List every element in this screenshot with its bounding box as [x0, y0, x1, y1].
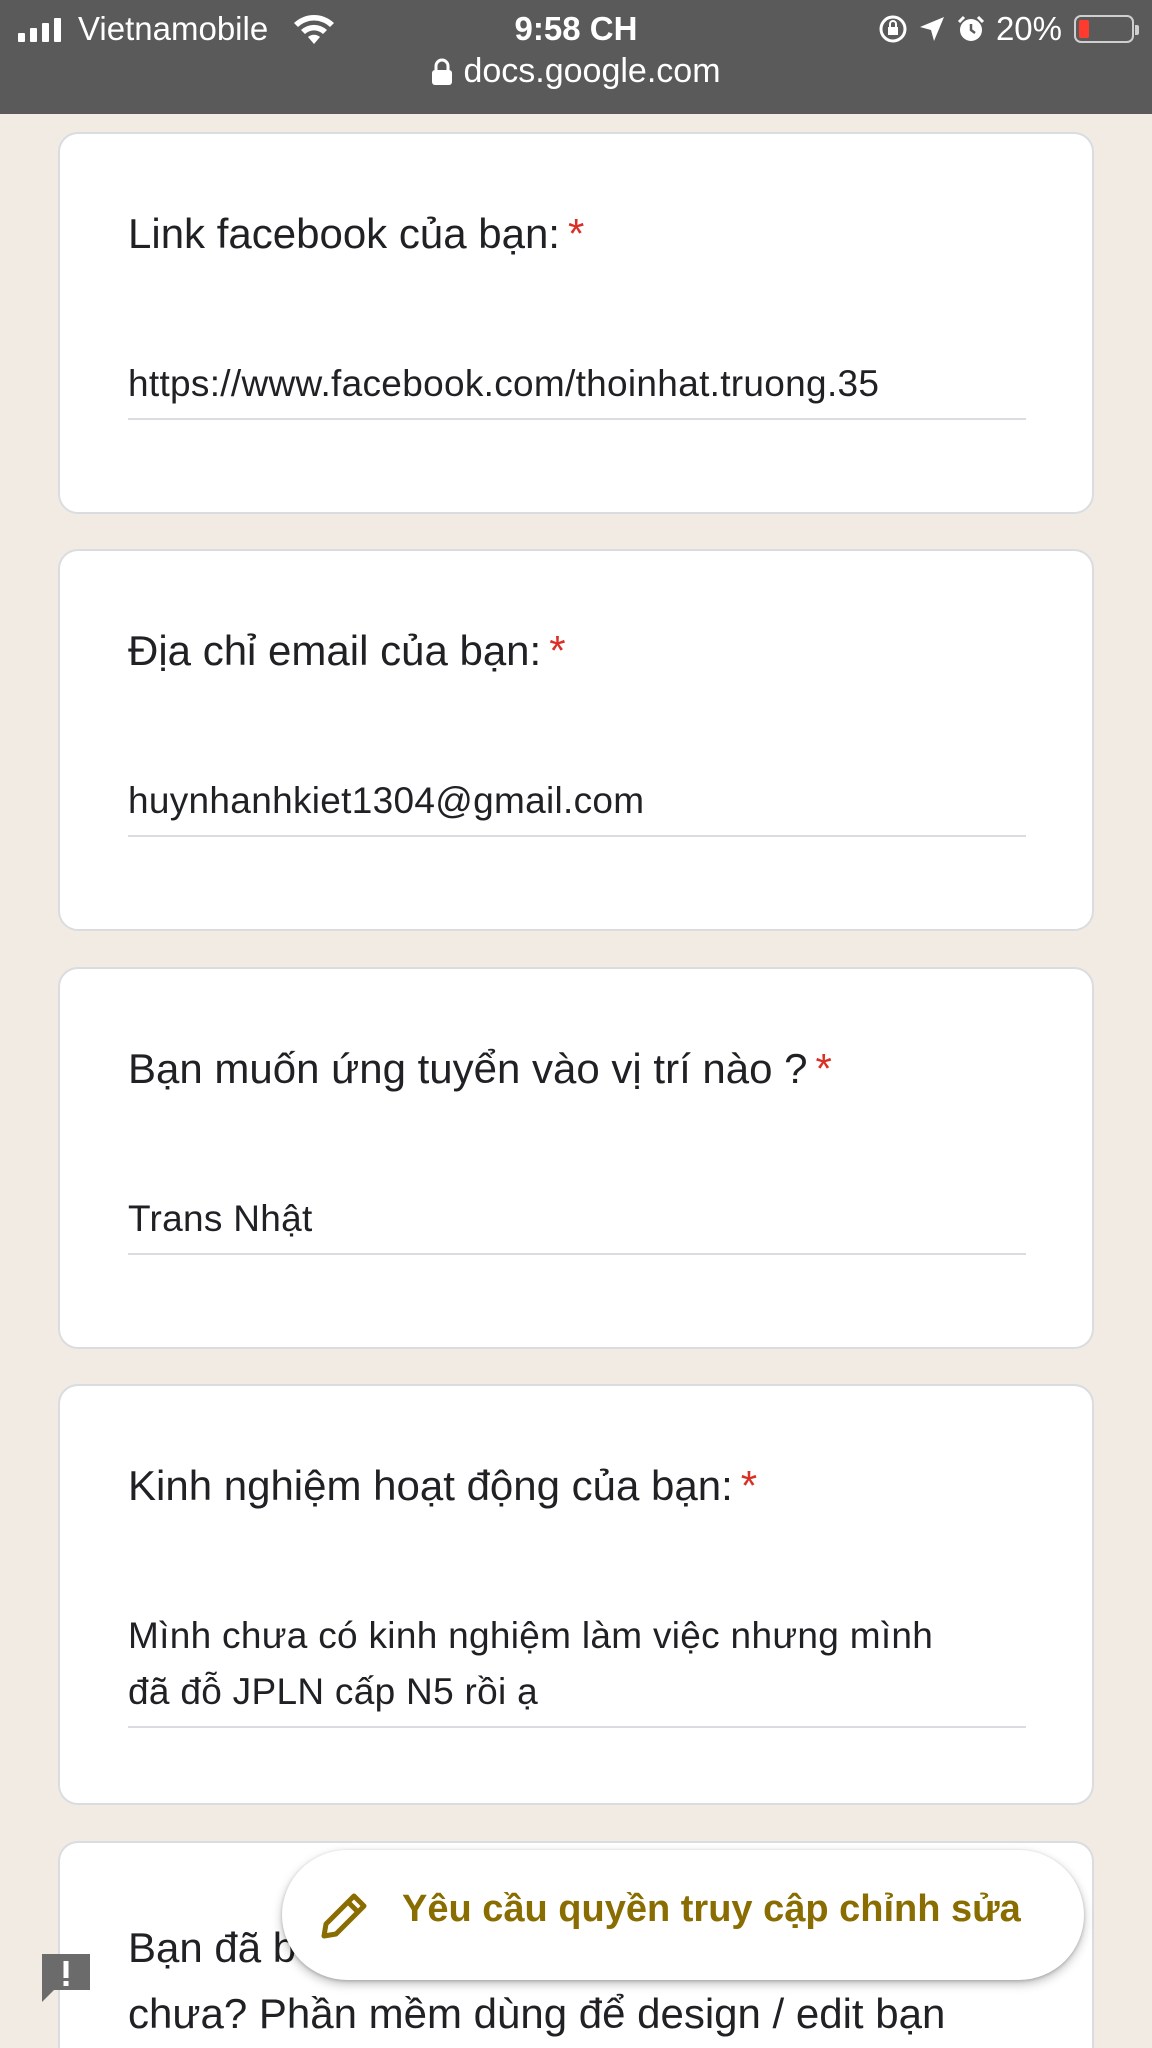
question-title: Địa chỉ email của bạn: *	[128, 627, 566, 674]
pencil-icon	[321, 1893, 367, 1939]
required-asterisk: *	[549, 627, 566, 674]
address-bar[interactable]: docs.google.com	[0, 52, 1152, 91]
location-icon	[919, 17, 944, 41]
answer-field[interactable]: https://www.facebook.com/thoinhat.truong…	[128, 356, 1026, 420]
required-asterisk: *	[815, 1045, 832, 1092]
question-card: Địa chỉ email của bạn: * huynhanhkiet1304…	[58, 549, 1094, 931]
question-card: Kinh nghiệm hoạt động của bạn: * Mình chư…	[58, 1384, 1094, 1805]
alarm-icon	[957, 15, 984, 41]
rotation-lock-icon	[879, 15, 907, 43]
url-text: docs.google.com	[463, 52, 721, 90]
question-title: Link facebook của bạn: *	[128, 210, 585, 257]
answer-field[interactable]: huynhanhkiet1304@gmail.com	[128, 773, 1026, 837]
lock-icon	[432, 58, 453, 85]
question-title: Kinh nghiệm hoạt động của bạn: *	[128, 1462, 758, 1509]
question-title: Bạn muốn ứng tuyển vào vị trí nào ? *	[128, 1045, 832, 1092]
battery-percent: 20%	[995, 10, 1062, 47]
required-asterisk: *	[740, 1462, 758, 1509]
question-card: Link facebook của bạn: * https://www.face…	[58, 132, 1094, 514]
battery-icon	[1074, 15, 1139, 43]
request-edit-access-button[interactable]: Yêu cầu quyền truy cập chỉnh sửa	[282, 1850, 1084, 1980]
feedback-icon[interactable]	[38, 1950, 94, 2006]
required-asterisk: *	[567, 210, 585, 257]
status-bar: Vietnamobile 9:58 CH 20% docs.google.com	[0, 0, 1152, 114]
answer-field[interactable]: Mình chưa có kinh nghiệm làm việc nhưng …	[128, 1608, 1026, 1728]
answer-field[interactable]: Trans Nhật	[128, 1191, 1026, 1255]
question-card: Bạn muốn ứng tuyển vào vị trí nào ? * Tra…	[58, 967, 1094, 1349]
fab-label: Yêu cầu quyền truy cập chỉnh sửa	[402, 1888, 1021, 1930]
